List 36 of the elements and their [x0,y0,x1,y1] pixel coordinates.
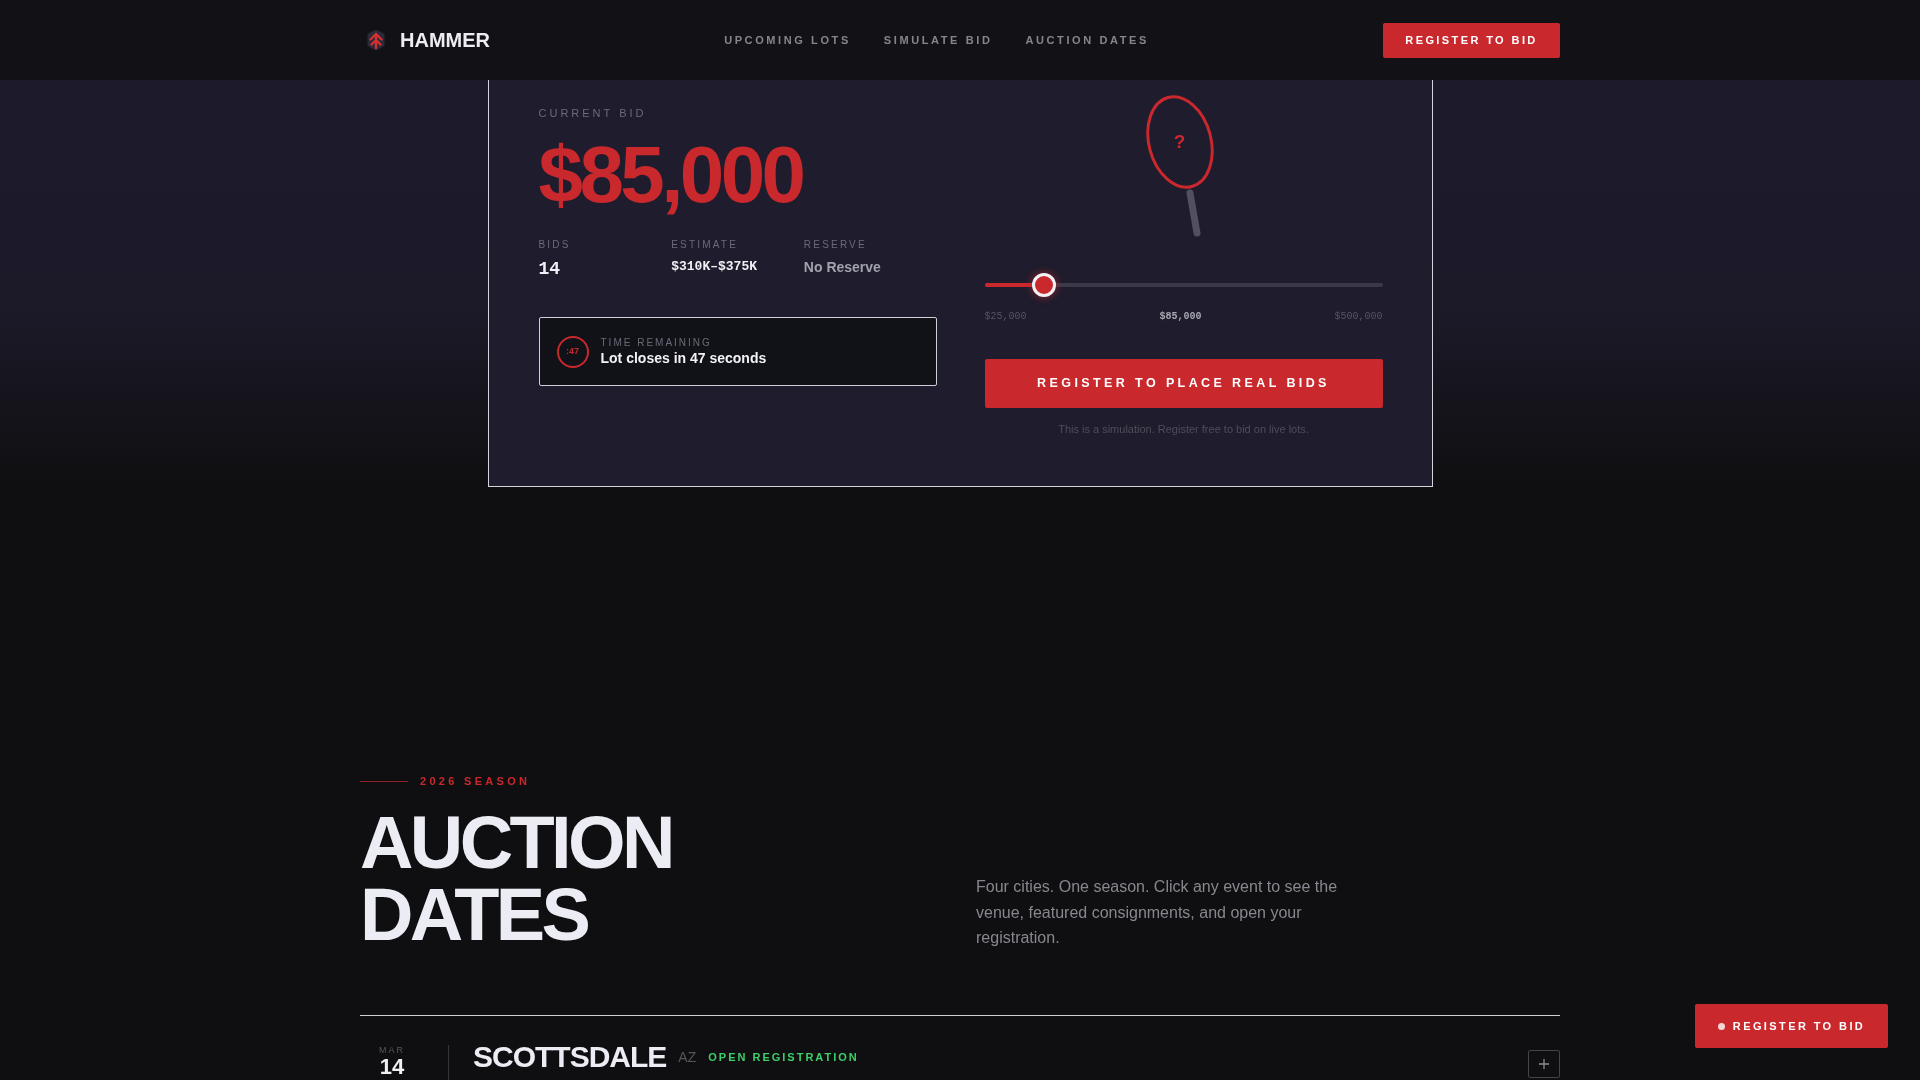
event-month: MAR [379,1045,405,1056]
brand-name[interactable]: HAMMER [400,28,490,52]
paddle-question-mark: ? [1172,131,1187,153]
slider-value-label: $85,000 [1159,311,1202,323]
nav-link[interactable]: UPCOMING LOTS [724,33,851,47]
stat-label: ESTIMATE [671,239,739,251]
event-day: 14 [379,1056,405,1078]
season-label: 2026 SEASON [420,775,531,788]
event-state: AZ [678,1048,697,1066]
stat-label: BIDS [538,239,571,251]
slider-min-label: $25,000 [984,311,1027,323]
reserve-value: No Reserve [803,258,881,277]
plus-icon [1538,1058,1550,1070]
time-remaining-message: Lot closes in 47 seconds [600,348,767,368]
expand-button[interactable] [1528,1050,1560,1078]
register-button[interactable]: REGISTER TO BID [1383,22,1560,58]
time-remaining-label: TIME REMAINING [600,335,712,349]
event-city[interactable]: SCOTTSDALE [473,1040,667,1074]
section-intro: Four cities. One season. Click any event to see the venue, featured consignments, and open your registration. [976,877,1339,949]
bid-slider-track[interactable] [984,273,1383,297]
current-bid-label: CURRENT BID [538,106,647,120]
slider-max-label: $500,000 [1334,311,1383,323]
section-heading: AUCTION DATES [360,807,672,951]
bid-count: 14 [538,258,561,281]
registration-status: OPEN REGISTRATION [708,1050,859,1064]
stat-label: RESERVE [803,239,867,251]
countdown-badge: :47 [556,335,589,368]
bid-slider-thumb[interactable] [1031,273,1056,297]
floating-register-button[interactable]: REGISTER TO BID [1695,1004,1888,1048]
logo-icon [367,29,385,51]
nav-link[interactable]: SIMULATE BID [883,33,993,47]
estimate-value: $310K–$375K [671,258,757,276]
register-bids-button[interactable]: REGISTER TO PLACE REAL BIDS [984,359,1383,408]
current-bid-amount: $85,000 [538,135,803,215]
dot-icon [1717,1022,1725,1030]
nav-link[interactable]: AUCTION DATES [1025,33,1149,47]
